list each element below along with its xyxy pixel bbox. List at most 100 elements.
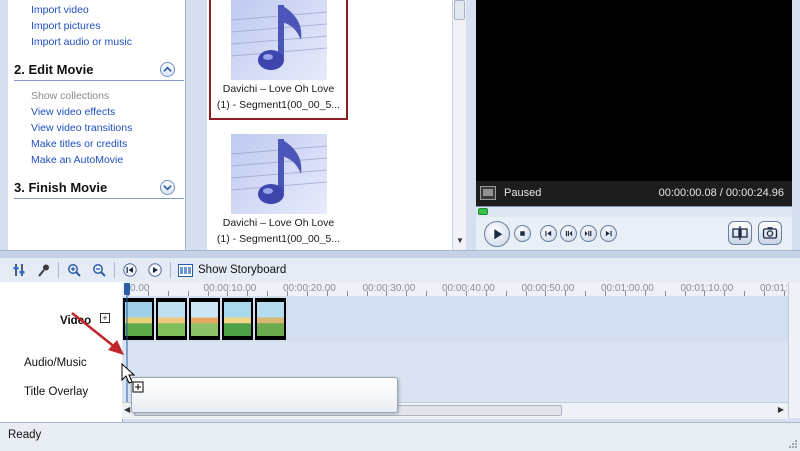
audio-music-track[interactable] bbox=[122, 342, 788, 379]
music-note-icon bbox=[230, 5, 327, 70]
camera-icon bbox=[762, 227, 778, 239]
clip-title: Davichi – Love Oh Love bbox=[222, 217, 335, 229]
preview-status-bar: Paused 00:00:00.08 / 00:00:24.96 bbox=[476, 181, 792, 206]
edit-movie-heading[interactable]: 2. Edit Movie bbox=[14, 62, 93, 77]
drop-tooltip bbox=[131, 377, 398, 413]
make-titles-link[interactable]: Make titles or credits bbox=[31, 138, 127, 150]
ruler-tick-label: 00:00:30.00 bbox=[362, 283, 416, 294]
playback-controls bbox=[476, 217, 792, 250]
clip-thumbnail bbox=[230, 0, 327, 80]
tasks-pane: Import video Import pictures Import audi… bbox=[8, 0, 186, 250]
forward-button[interactable] bbox=[580, 225, 597, 242]
collection-pane: Davichi – Love Oh Love (1) - Segment1(00… bbox=[207, 0, 452, 250]
frame-image bbox=[191, 302, 218, 336]
chevron-down-icon bbox=[163, 185, 172, 191]
title-overlay-track-label: Title Overlay bbox=[24, 386, 89, 398]
pane-splitter[interactable] bbox=[466, 0, 476, 250]
playback-state: Paused bbox=[504, 187, 542, 199]
expand-finish-button[interactable] bbox=[160, 180, 175, 195]
status-bar: Ready bbox=[0, 422, 800, 451]
toolbar-separator bbox=[58, 262, 59, 278]
playback-time: 00:00:00.08 / 00:00:24.96 bbox=[658, 187, 784, 199]
ruler-tick-label: 00:00:20.00 bbox=[283, 283, 336, 294]
rewind-button[interactable] bbox=[560, 225, 577, 242]
ruler-tick-label: 00:01:10.00 bbox=[680, 283, 734, 294]
clip-subtitle: (1) - Segment1(00_00_5... bbox=[216, 99, 341, 111]
collapse-edit-button[interactable] bbox=[160, 62, 175, 77]
pane-splitter[interactable] bbox=[187, 0, 207, 250]
frame-image bbox=[158, 302, 185, 336]
video-frame-thumbnail[interactable] bbox=[255, 298, 286, 340]
timeline-ruler[interactable]: 0.00 00:00:10.00 00:00:20.00 00:00:30.00 00:… bbox=[122, 282, 788, 297]
rewind-icon bbox=[123, 263, 137, 277]
rewind-timeline-button[interactable] bbox=[122, 262, 138, 278]
music-note-icon bbox=[230, 139, 327, 204]
split-icon bbox=[732, 226, 748, 240]
import-audio-link[interactable]: Import audio or music bbox=[31, 36, 132, 48]
skip-forward-icon bbox=[605, 230, 612, 237]
video-frame-thumbnail[interactable] bbox=[156, 298, 187, 340]
split-clip-button[interactable] bbox=[728, 221, 752, 245]
play-icon bbox=[494, 228, 503, 240]
frame-image bbox=[224, 302, 251, 336]
show-storyboard-button[interactable]: Show Storyboard bbox=[178, 262, 286, 278]
make-automovie-link[interactable]: Make an AutoMovie bbox=[31, 154, 123, 166]
ruler-tick-label: 00:00:40.00 bbox=[442, 283, 495, 294]
collection-clip[interactable]: Davichi – Love Oh Love (1) - Segment1(00… bbox=[211, 134, 346, 244]
video-frame-thumbnail[interactable] bbox=[222, 298, 253, 340]
set-audio-levels-button[interactable] bbox=[12, 262, 28, 278]
view-video-transitions-link[interactable]: View video transitions bbox=[31, 122, 132, 134]
audio-levels-icon bbox=[13, 264, 25, 276]
step-back-icon bbox=[565, 230, 573, 237]
toolbar-separator bbox=[170, 262, 171, 278]
ruler-tick-label: 00:01:00.00 bbox=[601, 283, 654, 294]
zoom-out-button[interactable] bbox=[91, 262, 107, 278]
scroll-right-icon[interactable]: ▶ bbox=[778, 405, 784, 414]
resize-grip-icon[interactable] bbox=[787, 438, 797, 448]
ruler-tick-label: 00:00:10.00 bbox=[203, 283, 257, 294]
zoom-in-button[interactable] bbox=[66, 262, 82, 278]
scroll-left-icon[interactable]: ◀ bbox=[124, 405, 130, 414]
stop-icon bbox=[520, 231, 525, 236]
clip-subtitle: (1) - Segment1(00_00_5... bbox=[216, 233, 341, 244]
toolbar-separator bbox=[114, 262, 115, 278]
chevron-up-icon bbox=[163, 66, 172, 72]
ruler-tick-label: 0.00 bbox=[130, 283, 150, 294]
storyboard-icon bbox=[178, 263, 193, 277]
play-icon bbox=[148, 263, 162, 277]
import-video-link[interactable]: Import video bbox=[31, 4, 89, 16]
show-storyboard-label: Show Storyboard bbox=[198, 264, 287, 276]
clip-title: Davichi – Love Oh Love bbox=[222, 83, 335, 95]
scroll-down-icon[interactable]: ▼ bbox=[455, 236, 465, 246]
monitor-icon bbox=[480, 186, 496, 200]
microphone-icon bbox=[38, 264, 49, 277]
stop-button[interactable] bbox=[514, 225, 531, 242]
zoom-in-icon bbox=[68, 264, 81, 277]
ruler-tick-label: 00:00:50.00 bbox=[521, 283, 575, 294]
play-timeline-button[interactable] bbox=[147, 262, 163, 278]
play-button[interactable] bbox=[484, 221, 510, 247]
status-text: Ready bbox=[8, 429, 42, 441]
seek-indicator[interactable] bbox=[478, 208, 488, 215]
collection-scrollbar[interactable]: ▼ bbox=[452, 0, 467, 250]
take-picture-button[interactable] bbox=[758, 221, 782, 245]
collection-clip[interactable]: Davichi – Love Oh Love (1) - Segment1(00… bbox=[209, 0, 348, 120]
show-collections-link: Show collections bbox=[31, 90, 110, 102]
next-frame-button[interactable] bbox=[600, 225, 617, 242]
skip-back-icon bbox=[545, 230, 552, 237]
finish-movie-heading[interactable]: 3. Finish Movie bbox=[14, 180, 107, 195]
import-pictures-link[interactable]: Import pictures bbox=[31, 20, 100, 32]
video-frame-thumbnail[interactable] bbox=[189, 298, 220, 340]
previous-frame-button[interactable] bbox=[540, 225, 557, 242]
scrollbar-thumb[interactable] bbox=[454, 0, 465, 20]
annotation-arrow bbox=[71, 312, 124, 355]
narrate-timeline-button[interactable] bbox=[36, 262, 52, 278]
timeline-toolbar: Show Storyboard bbox=[0, 258, 800, 283]
timeline-vertical-scrollbar[interactable] bbox=[788, 282, 800, 418]
clip-thumbnail bbox=[230, 134, 327, 214]
zoom-out-icon bbox=[93, 264, 106, 277]
step-forward-icon bbox=[584, 230, 592, 237]
section-divider bbox=[14, 198, 184, 199]
preview-monitor bbox=[476, 0, 792, 181]
view-video-effects-link[interactable]: View video effects bbox=[31, 106, 115, 118]
